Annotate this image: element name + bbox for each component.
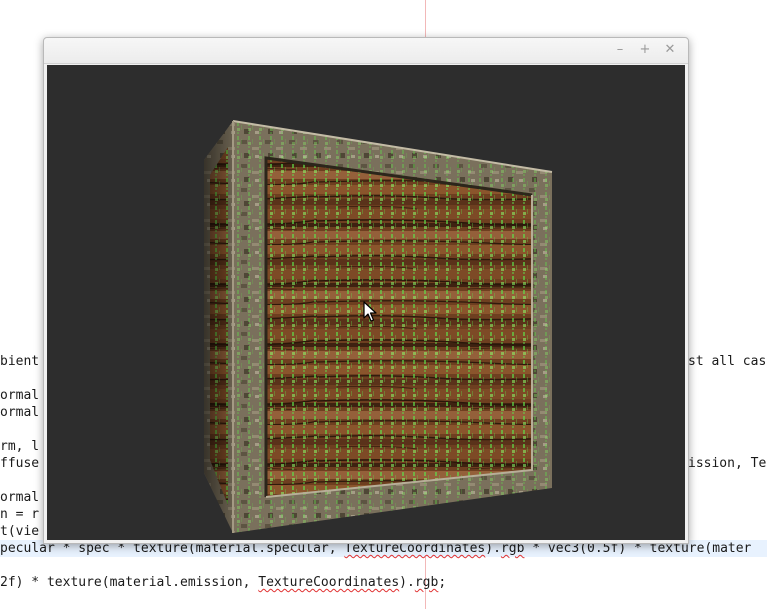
code-line: n = r	[0, 507, 40, 522]
code-line: rm, l	[0, 439, 40, 454]
code-line: bient	[0, 354, 40, 369]
maximize-icon: +	[639, 42, 651, 57]
code-line: ormal	[0, 405, 40, 420]
code-line: ffuse	[0, 456, 40, 471]
minimize-button[interactable]: –	[612, 42, 628, 58]
render-window: – + ✕	[43, 37, 689, 544]
close-icon: ✕	[664, 42, 676, 57]
code-line-overflow: st all cas	[688, 354, 767, 369]
maximize-button[interactable]: +	[637, 42, 653, 58]
window-titlebar[interactable]: – + ✕	[44, 38, 688, 64]
crate-side-face	[204, 121, 233, 533]
code-line: 2f) * texture(material.emission, Texture…	[0, 575, 447, 590]
code-line: ormal	[0, 388, 40, 403]
code-line: t(vie	[0, 524, 40, 539]
crate-front-face	[232, 120, 553, 533]
close-button[interactable]: ✕	[662, 42, 678, 58]
code-line: ormal	[0, 490, 40, 505]
arrow-pointer-icon	[363, 301, 377, 322]
code-line-overflow: ission, Te	[688, 456, 767, 471]
minimize-icon: –	[616, 42, 624, 57]
